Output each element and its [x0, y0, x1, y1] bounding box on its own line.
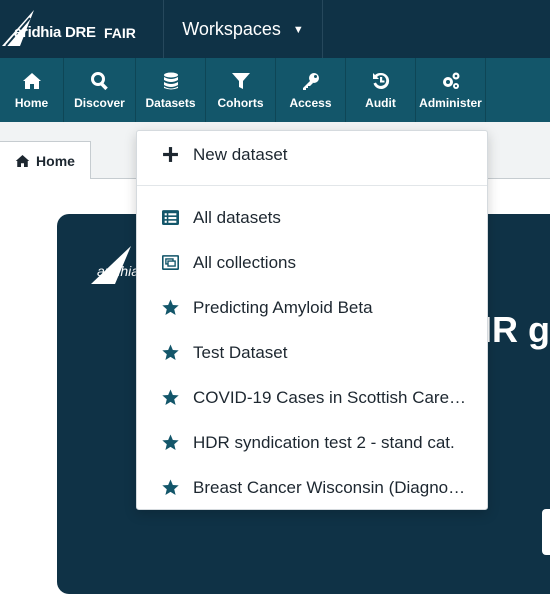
workspaces-label: Workspaces [182, 18, 281, 39]
database-icon [163, 72, 178, 89]
menu-favourite-label: Test Dataset [193, 342, 288, 362]
key-icon [302, 72, 319, 90]
hero-card-edge [542, 509, 550, 555]
menu-favourite-label: HDR syndication test 2 - stand cat. [193, 432, 455, 452]
nav-access-label: Access [289, 95, 332, 110]
menu-all-datasets[interactable]: All datasets [137, 195, 489, 240]
star-icon [159, 434, 181, 451]
app-logo[interactable]: aridhia DRE FAIR [0, 0, 160, 58]
star-icon [159, 299, 181, 316]
logo-text: aridhia DRE [14, 24, 96, 41]
nav-access[interactable]: Access [276, 58, 346, 122]
nav-discover-label: Discover [74, 95, 125, 110]
filter-icon [231, 72, 250, 89]
menu-favourite-item[interactable]: COVID-19 Cases in Scottish Care Homes [137, 375, 489, 420]
nav-cohorts[interactable]: Cohorts [206, 58, 276, 122]
caret-down-icon: ▼ [292, 24, 304, 36]
hero-logo-text: aridhia [97, 263, 140, 279]
menu-favourite-label: COVID-19 Cases in Scottish Care Homes [193, 387, 468, 407]
nav-discover[interactable]: Discover [64, 58, 136, 122]
home-icon [22, 72, 41, 89]
nav-audit-label: Audit [365, 95, 396, 110]
nav-home-label: Home [14, 95, 49, 110]
nav-audit[interactable]: Audit [346, 58, 416, 122]
tab-home-label: Home [36, 152, 75, 169]
nav-administer[interactable]: Administer [416, 58, 486, 122]
nav-cohorts-label: Cohorts [217, 95, 264, 110]
menu-favourite-item[interactable]: HDR syndication test 2 - stand cat. [137, 420, 489, 465]
menu-favourite-item[interactable]: Test Dataset [137, 330, 489, 375]
menu-favourite-label: Breast Cancer Wisconsin (Diagnostic) [193, 477, 468, 497]
main-nav: Home Discover Datasets Cohorts Access Au… [0, 58, 550, 122]
menu-divider [137, 185, 487, 186]
star-icon [159, 389, 181, 406]
nav-administer-label: Administer [419, 95, 482, 110]
nav-home[interactable]: Home [0, 58, 64, 122]
star-icon [159, 479, 181, 496]
home-icon [15, 154, 30, 167]
list-icon [159, 209, 181, 226]
tab-home[interactable]: Home [0, 141, 91, 179]
collection-icon [159, 254, 181, 271]
menu-favourite-item[interactable]: Predicting Amyloid Beta [137, 285, 489, 330]
hero-title: IR g [482, 309, 550, 350]
logo-fair-text: FAIR [104, 25, 136, 41]
menu-all-collections[interactable]: All collections [137, 240, 489, 285]
menu-all-collections-label: All collections [193, 252, 296, 272]
search-icon [90, 71, 108, 90]
menu-new-dataset[interactable]: New dataset [137, 132, 489, 177]
plus-icon [159, 146, 181, 163]
top-bar: aridhia DRE FAIR Workspaces ▼ [0, 0, 550, 58]
workspaces-dropdown[interactable]: Workspaces ▼ [163, 0, 323, 58]
nav-datasets-label: Datasets [145, 95, 196, 110]
star-icon [159, 344, 181, 361]
gears-icon [442, 72, 459, 89]
menu-favourite-item[interactable]: Breast Cancer Wisconsin (Diagnostic) [137, 465, 489, 510]
menu-all-datasets-label: All datasets [193, 207, 281, 227]
nav-datasets[interactable]: Datasets [136, 58, 206, 122]
menu-favourite-label: Predicting Amyloid Beta [193, 297, 373, 317]
menu-new-dataset-label: New dataset [193, 144, 288, 164]
history-icon [372, 72, 389, 89]
datasets-dropdown-menu: New dataset All datasets All collections… [136, 130, 488, 510]
